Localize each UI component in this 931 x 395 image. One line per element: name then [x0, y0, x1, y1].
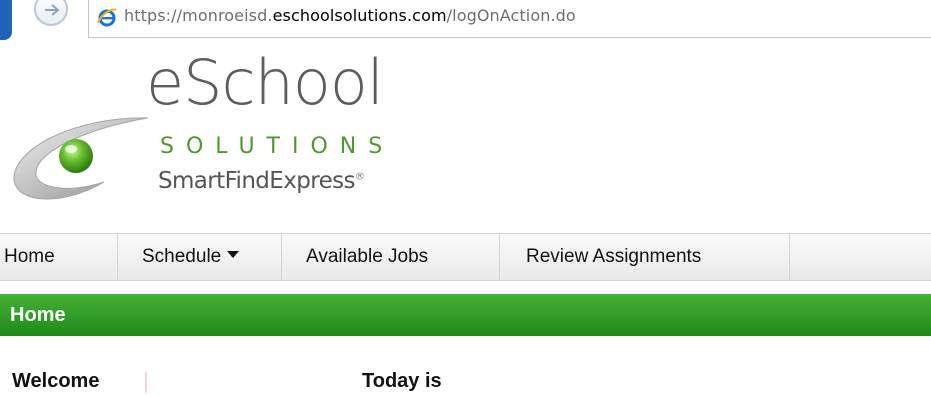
logo-product-text: SmartFindExpress® — [158, 168, 365, 194]
url-text[interactable]: https://monroeisd.eschoolsolutions.com/l… — [124, 6, 576, 25]
browser-address-bar: https://monroeisd.eschoolsolutions.com/l… — [0, 0, 931, 42]
main-nav: Home Schedule Available Jobs Review Assi… — [0, 233, 931, 281]
back-button[interactable] — [34, 0, 68, 26]
nav-review-assignments-label: Review Assignments — [526, 246, 702, 267]
nav-available-jobs[interactable]: Available Jobs — [282, 234, 500, 280]
chevron-down-icon — [227, 251, 240, 259]
browser-window-edge — [0, 0, 12, 40]
page-header-bar: Home — [0, 294, 931, 336]
nav-available-jobs-label: Available Jobs — [306, 246, 429, 267]
today-label: Today is — [362, 370, 442, 392]
registered-mark: ® — [354, 171, 365, 183]
back-arrow-icon — [45, 4, 60, 16]
logo-brand-text: eSchool — [146, 46, 384, 119]
nav-review-assignments[interactable]: Review Assignments — [500, 234, 790, 280]
nav-schedule[interactable]: Schedule — [118, 234, 282, 280]
nav-schedule-label: Schedule — [142, 246, 222, 267]
url-path: /logOnAction.do — [446, 6, 576, 25]
url-scheme: https:// — [124, 6, 183, 25]
logo-swoosh-icon — [13, 117, 149, 200]
url-subdomain: monroeisd. — [182, 6, 273, 25]
logo-tagline-text: SOLUTIONS — [160, 134, 395, 159]
url-domain: eschoolsolutions.com — [272, 6, 447, 25]
logo-product-name: SmartFindExpress — [158, 168, 356, 194]
welcome-name-placeholder — [145, 372, 147, 393]
eschool-logo[interactable]: eSchool SOLUTIONS SmartFindExpress® — [0, 50, 420, 210]
nav-home[interactable]: Home — [0, 234, 118, 280]
internet-explorer-icon — [97, 8, 117, 27]
nav-home-label: Home — [4, 246, 55, 267]
welcome-label: Welcome — [12, 370, 100, 392]
page-title: Home — [10, 304, 66, 326]
